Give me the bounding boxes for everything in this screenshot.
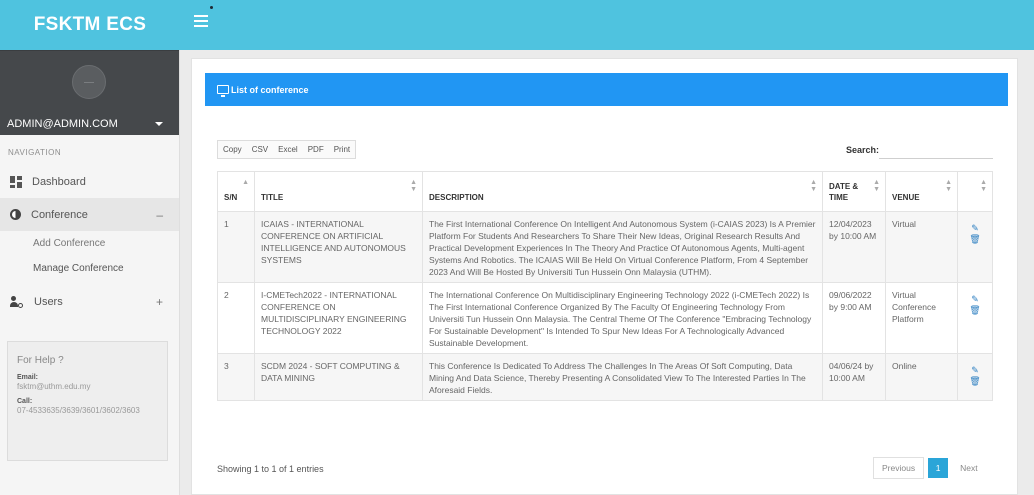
brand-logo[interactable]: FSKTM ECS — [0, 0, 180, 50]
help-email[interactable]: fsktm@uthm.edu.my — [17, 381, 167, 392]
cell-datetime: 04/06/24 by 10:00 AM — [822, 353, 886, 401]
cell-title: SCDM 2024 - SOFT COMPUTING & DATA MINING — [254, 353, 423, 401]
trash-icon[interactable]: 🗑 — [969, 305, 980, 316]
col-header-datetime[interactable]: ▲ ▼ DATE & TIME — [822, 171, 886, 212]
sidebar-subitem-manage-conference[interactable]: Manage Conference — [0, 256, 179, 281]
next-button[interactable]: Next — [948, 458, 985, 478]
print-button[interactable]: Print — [329, 141, 355, 158]
pdf-button[interactable]: PDF — [303, 141, 329, 158]
sidebar-item-users[interactable]: Users + — [0, 285, 179, 318]
pagination: Previous 1 Next — [873, 457, 986, 479]
page-1-button[interactable]: 1 — [928, 458, 949, 478]
sidebar-item-label: Users — [34, 295, 63, 308]
cell-description: This Conference Is Dedicated To Address … — [422, 353, 823, 401]
cell-actions: ✎ 🗑 — [957, 282, 993, 354]
top-bar: FSKTM ECS — [0, 0, 1034, 50]
email-label: Email: — [17, 374, 39, 381]
edit-pencil-icon[interactable]: ✎ — [971, 365, 979, 376]
cell-title: ICAIAS - INTERNATIONAL CONFERENCE ON ART… — [254, 211, 423, 283]
cell-venue: Virtual Conference Platform — [885, 282, 958, 354]
user-email: ADMIN@ADMIN.COM — [7, 118, 118, 130]
call-label: Call: — [17, 398, 33, 405]
table-row: 1 ICAIAS - INTERNATIONAL CONFERENCE ON A… — [217, 211, 993, 283]
card-title: List of conference — [231, 84, 309, 95]
table-row: 3 SCDM 2024 - SOFT COMPUTING & DATA MINI… — [217, 353, 993, 401]
search-label: Search: — [846, 145, 880, 155]
entries-info: Showing 1 to 1 of 1 entries — [217, 464, 324, 474]
edit-pencil-icon[interactable]: ✎ — [971, 223, 979, 234]
menu-toggle-icon[interactable] — [194, 15, 208, 27]
sidebar-item-label: Conference — [31, 208, 88, 221]
conference-table: ▲ S/N ▲ ▼ TITLE ▲ ▼ DESCRIPTION ▲ ▼ DATE & TIME… — [217, 171, 993, 401]
trash-icon[interactable]: 🗑 — [969, 234, 980, 245]
copy-button[interactable]: Copy — [218, 141, 247, 158]
table-header-row: ▲ S/N ▲ ▼ TITLE ▲ ▼ DESCRIPTION ▲ ▼ DATE & TIME… — [217, 171, 993, 212]
trash-icon[interactable]: 🗑 — [969, 376, 980, 387]
cell-datetime: 09/06/2022 by 9:00 AM — [822, 282, 886, 354]
help-phone: 07-4533635/3639/3601/3602/3603 — [17, 406, 140, 415]
sidebar-item-label: Dashboard — [32, 175, 86, 188]
export-buttons: Copy CSV Excel PDF Print — [217, 140, 357, 159]
csv-button[interactable]: CSV — [247, 141, 273, 158]
col-header-description[interactable]: ▲ ▼ DESCRIPTION — [422, 171, 823, 212]
users-settings-icon — [10, 295, 24, 308]
sort-icon: ▲ ▼ — [410, 179, 417, 193]
card-header: List of conference — [205, 73, 1008, 106]
cell-description: The First International Conference On In… — [422, 211, 823, 283]
status-dot — [210, 6, 213, 9]
cell-actions: ✎ 🗑 — [957, 211, 993, 283]
dashboard-icon — [10, 175, 22, 188]
caret-down-icon — [155, 122, 163, 126]
avatar — [72, 65, 106, 99]
sort-icon: ▲ ▼ — [873, 179, 880, 193]
cell-title: I-CMETech2022 - INTERNATIONAL CONFERENCE… — [254, 282, 423, 354]
sort-icon: ▲ ▼ — [810, 179, 817, 193]
cell-sn: 2 — [217, 282, 255, 354]
excel-button[interactable]: Excel — [273, 141, 303, 158]
half-circle-icon — [10, 209, 21, 220]
table-row: 2 I-CMETech2022 - INTERNATIONAL CONFEREN… — [217, 282, 993, 354]
collapse-icon[interactable]: – — [156, 208, 163, 222]
sort-asc-icon: ▲ — [242, 179, 249, 186]
sidebar-item-conference[interactable]: Conference – — [0, 198, 179, 231]
expand-icon[interactable]: + — [156, 295, 163, 309]
monitor-icon — [217, 85, 229, 97]
previous-button[interactable]: Previous — [873, 457, 925, 479]
sidebar-subitem-add-conference[interactable]: Add Conference — [0, 231, 179, 256]
sidebar-item-dashboard[interactable]: Dashboard — [0, 165, 179, 198]
cell-sn: 1 — [217, 211, 255, 283]
user-dropdown[interactable]: ADMIN@ADMIN.COM — [7, 118, 163, 130]
sort-icon: ▲ ▼ — [980, 179, 987, 193]
col-header-sn[interactable]: ▲ S/N — [217, 171, 255, 212]
sidebar: ADMIN@ADMIN.COM NAVIGATION Dashboard Con… — [0, 50, 180, 495]
sort-icon: ▲ ▼ — [945, 179, 952, 193]
cell-actions: ✎ 🗑 — [957, 353, 993, 401]
col-header-actions[interactable]: ▲ ▼ — [957, 171, 993, 212]
help-title: For Help ? — [17, 355, 64, 366]
edit-pencil-icon[interactable]: ✎ — [971, 294, 979, 305]
nav-heading: NAVIGATION — [8, 148, 62, 157]
cell-venue: Virtual — [885, 211, 958, 283]
cell-datetime: 12/04/2023 by 10:00 AM — [822, 211, 886, 283]
help-box: For Help ? Email: fsktm@uthm.edu.my Call… — [7, 341, 168, 461]
cell-sn: 3 — [217, 353, 255, 401]
cell-venue: Online — [885, 353, 958, 401]
col-header-venue[interactable]: ▲ ▼ VENUE — [885, 171, 958, 212]
col-header-title[interactable]: ▲ ▼ TITLE — [254, 171, 423, 212]
search-input[interactable] — [879, 140, 993, 159]
cell-description: The International Conference On Multidis… — [422, 282, 823, 354]
profile-panel: ADMIN@ADMIN.COM — [0, 50, 179, 135]
